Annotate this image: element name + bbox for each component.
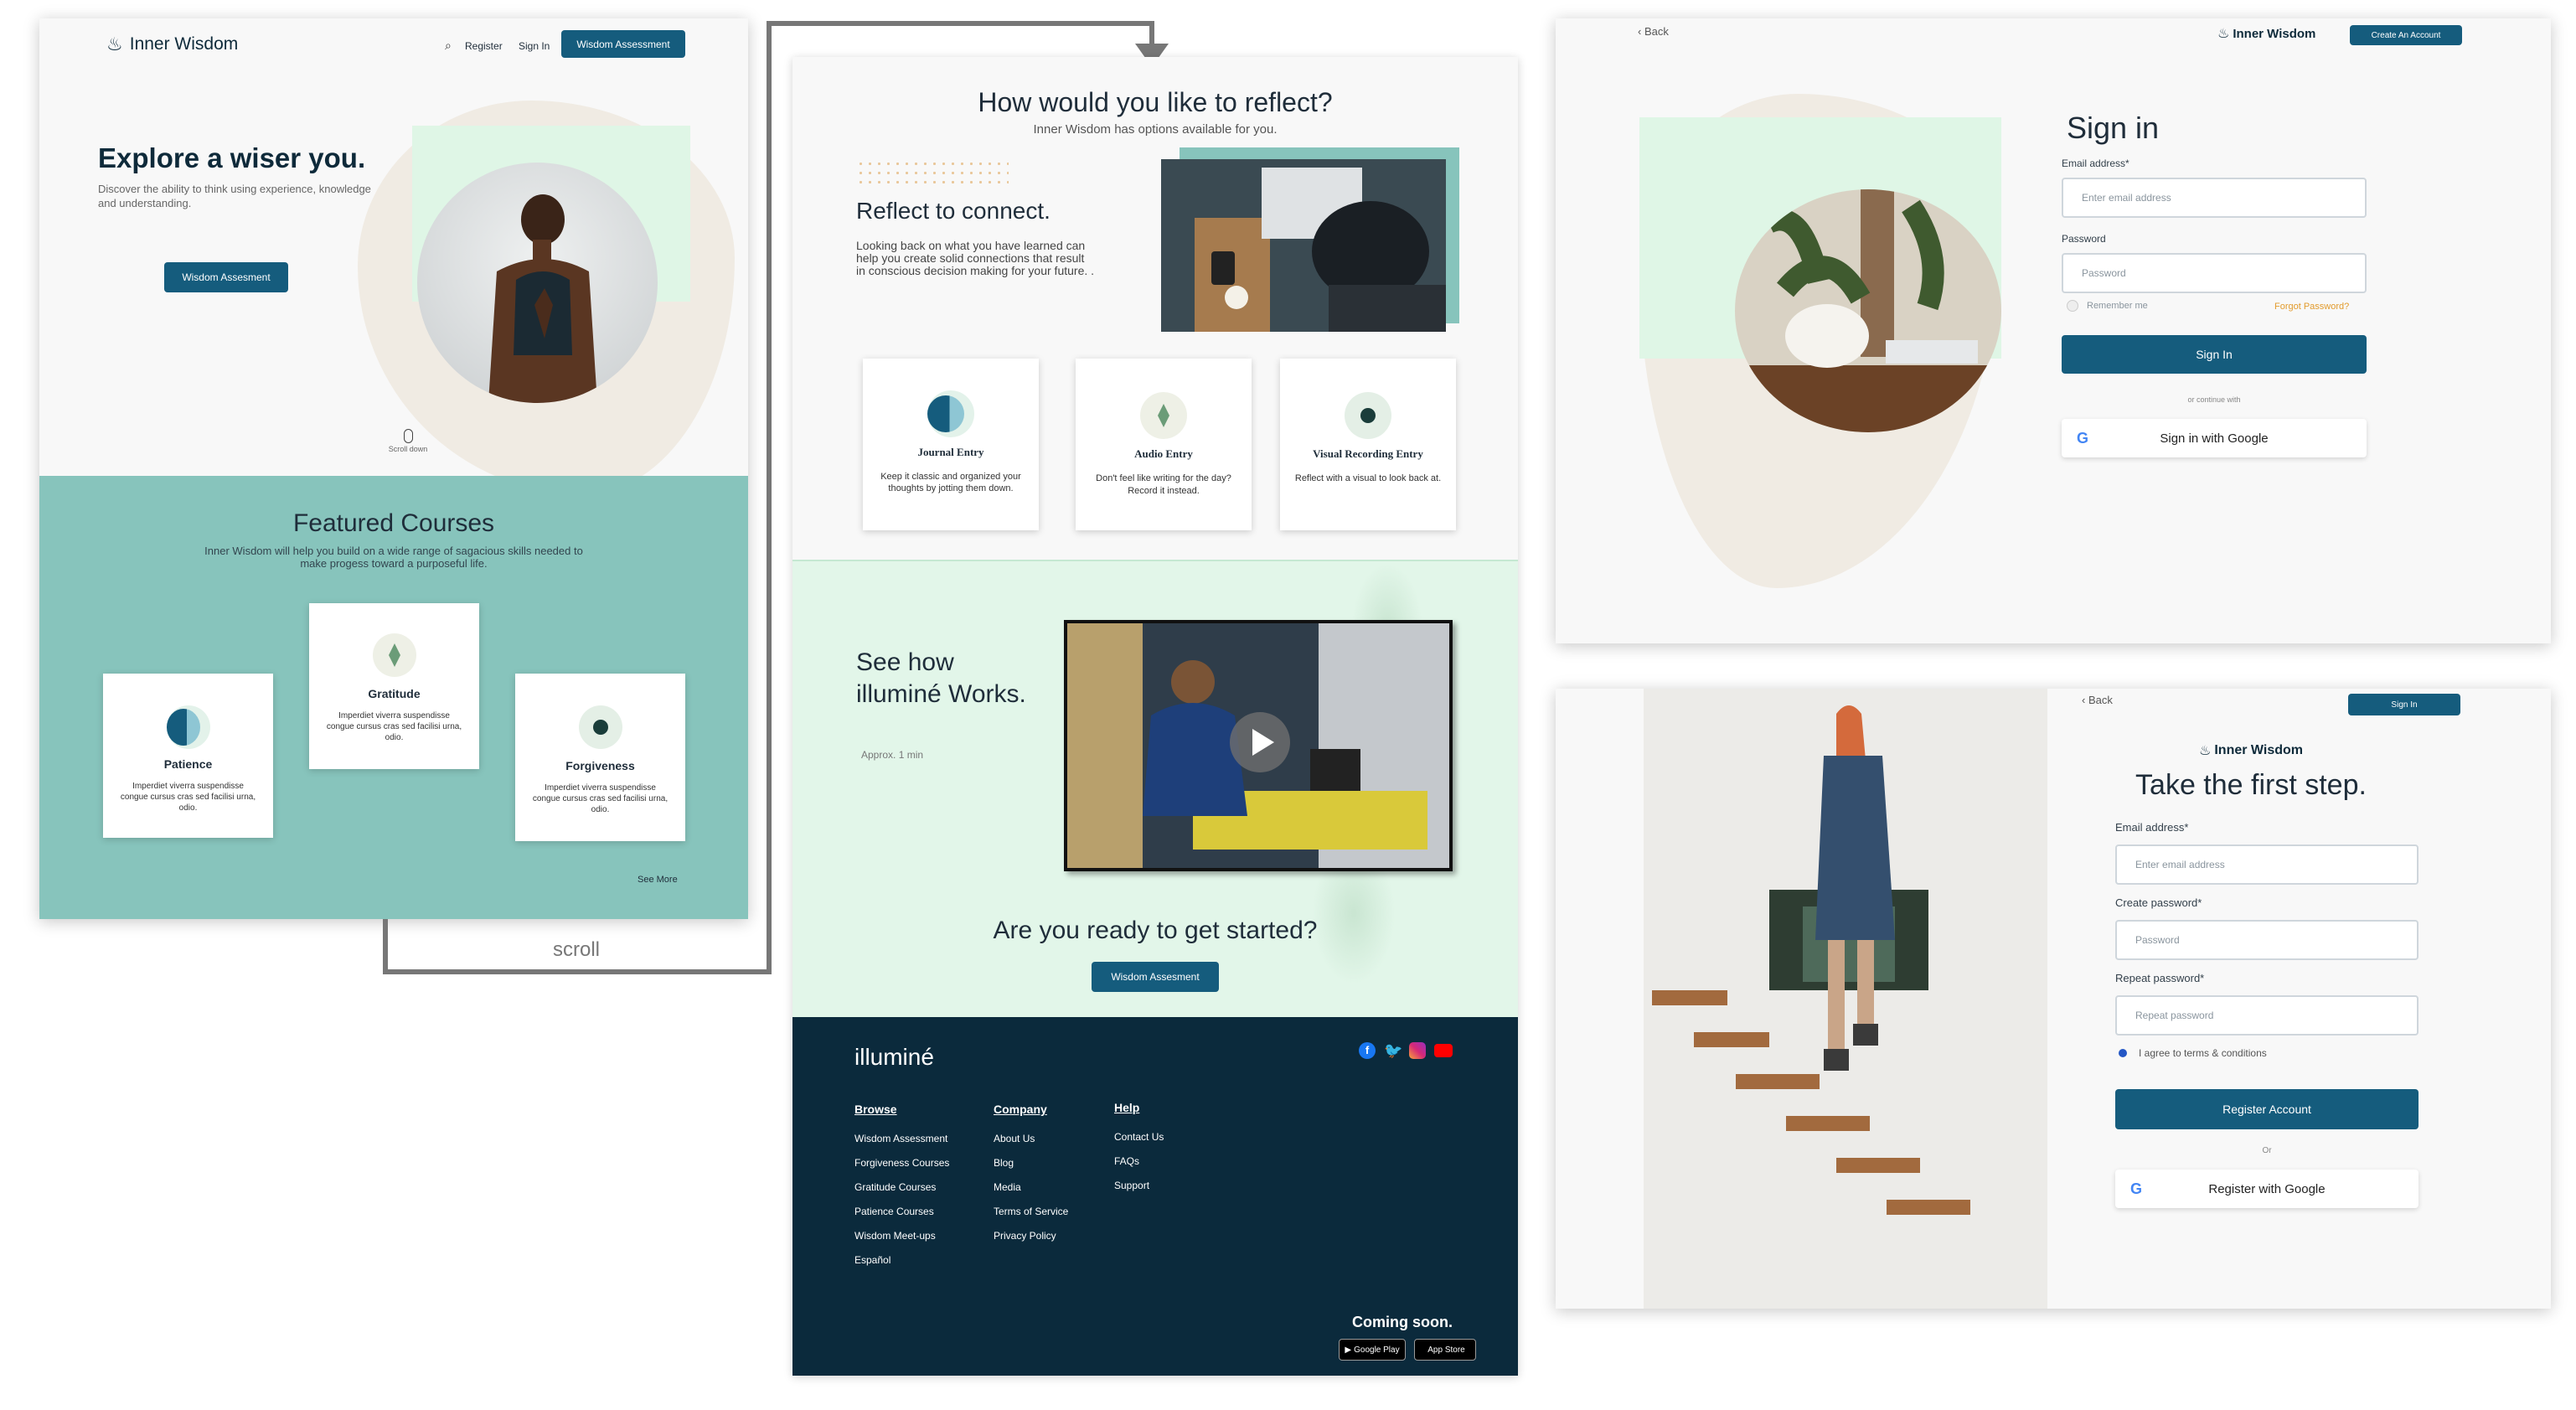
connect-title: Reflect to connect. [856,198,1051,224]
create-account-button[interactable]: Create An Account [2350,25,2462,45]
audio-icon [1140,392,1187,439]
ready-title: Are you ready to get started? [993,917,1318,944]
app-store-badge[interactable]: App Store [1414,1339,1476,1361]
signin-page: ‹ Back ♨ Inner Wisdom Create An Account … [1556,18,2551,643]
footer-link[interactable]: FAQs [1114,1155,1139,1167]
create-password-label: Create password* [2115,896,2202,909]
repeat-password-label: Repeat password* [2115,972,2205,984]
reflect-subtitle: Inner Wisdom has options available for y… [1033,122,1278,137]
google-signin-button[interactable]: G Sign in with Google [2062,419,2367,457]
footer-help-heading: Help [1114,1101,1140,1114]
password-label: Password [2062,233,2106,245]
facebook-icon[interactable]: f [1359,1042,1376,1059]
register-submit-button[interactable]: Register Account [2115,1089,2419,1129]
footer-link[interactable]: Patience Courses [854,1206,934,1217]
play-button-icon[interactable] [1230,712,1290,772]
video-section: See how illuminé Works. Approx. 1 min Ar… [792,560,1518,1019]
email-field[interactable]: Enter email address [2115,844,2419,885]
coming-soon: Coming soon. [1352,1314,1453,1330]
forgot-password-link[interactable]: Forgot Password? [2274,302,2349,312]
footer-link[interactable]: Forgiveness Courses [854,1157,949,1169]
video-duration: Approx. 1 min [861,749,924,761]
instagram-icon[interactable] [1409,1042,1426,1059]
or-divider: or continue with [2187,395,2241,404]
footer-link[interactable]: Terms of Service [994,1206,1068,1217]
lotus-icon: ♨ [2199,744,2212,758]
video-player[interactable] [1064,620,1453,871]
dot-pattern [856,159,1009,189]
footer-link[interactable]: Español [854,1254,891,1266]
entry-card-journal[interactable]: Journal Entry Keep it classic and organi… [863,359,1039,530]
chevron-left-icon: ‹ [1638,25,1644,38]
signin-submit-button[interactable]: Sign In [2062,335,2367,374]
register-page: ‹ Back Sign In ♨ Inner Wisdom Take the f… [1556,689,2551,1309]
google-register-button[interactable]: G Register with Google [2115,1170,2419,1208]
entry-card-audio[interactable]: Audio Entry Don't feel like writing for … [1076,359,1252,530]
journal-icon [927,390,974,437]
visual-icon [1345,392,1391,439]
footer-link[interactable]: Support [1114,1180,1149,1191]
email-field[interactable]: Enter email address [2062,178,2367,218]
twitter-icon[interactable]: 🐦 [1384,1042,1402,1059]
email-label: Email address* [2115,821,2189,834]
register-title: Take the first step. [2135,769,2367,801]
chevron-left-icon: ‹ [2082,694,2088,706]
footer-company-heading: Company [994,1103,1047,1116]
password-field[interactable]: Password [2062,253,2367,293]
footer-link[interactable]: Gratitude Courses [854,1181,936,1193]
google-play-badge[interactable]: ▶ Google Play [1339,1339,1406,1361]
signin-title: Sign in [2067,111,2160,145]
back-link[interactable]: ‹ Back [1638,25,1669,38]
repeat-password-field[interactable]: Repeat password [2115,995,2419,1036]
footer-link[interactable]: Blog [994,1157,1014,1169]
reflect-title: How would you like to reflect? [978,87,1333,117]
create-password-field[interactable]: Password [2115,920,2419,960]
ready-cta-button[interactable]: Wisdom Assesment [1092,962,1219,992]
back-link[interactable]: ‹ Back [2082,694,2113,706]
google-icon: G [2077,429,2089,447]
footer-link[interactable]: Wisdom Meet-ups [854,1230,936,1242]
footer-link[interactable]: About Us [994,1133,1035,1144]
connect-body: Looking back on what you have learned ca… [856,239,1095,277]
connect-photo-desk [1161,159,1446,332]
play-icon: ▶ [1345,1345,1352,1355]
footer-browse-heading: Browse [854,1103,897,1116]
signin-photo-teacup [1735,189,2001,432]
footer-link[interactable]: Privacy Policy [994,1230,1056,1242]
social-icons: f 🐦 [1359,1042,1453,1059]
footer-link[interactable]: Wisdom Assessment [854,1133,947,1144]
entry-card-visual[interactable]: Visual Recording Entry Reflect with a vi… [1280,359,1456,530]
register-photo-woman-stairs [1644,689,2047,1309]
terms-checkbox[interactable]: I agree to terms & conditions [2119,1047,2267,1059]
scrolled-page: How would you like to reflect? Inner Wis… [792,57,1518,1376]
google-icon: G [2130,1180,2143,1197]
lotus-icon: ♨ [2217,27,2230,41]
footer: illuminé f 🐦 Browse Wisdom Assessment Fo… [792,1017,1518,1376]
brand-logo[interactable]: ♨ Inner Wisdom [2217,25,2315,42]
see-how-line1: See how [856,648,954,676]
footer-logo[interactable]: illuminé [854,1044,934,1071]
email-label: Email address* [2062,158,2129,169]
footer-link[interactable]: Media [994,1181,1021,1193]
footer-link[interactable]: Contact Us [1114,1131,1164,1143]
remember-me-checkbox[interactable]: Remember me [2067,300,2148,312]
brand-logo[interactable]: ♨ Inner Wisdom [2199,742,2303,759]
youtube-icon[interactable] [1434,1044,1453,1057]
see-how-line2: illuminé Works. [856,680,1026,708]
or-divider: Or [2262,1146,2272,1155]
scroll-label: scroll [550,938,604,962]
signin-top-button[interactable]: Sign In [2348,694,2460,715]
